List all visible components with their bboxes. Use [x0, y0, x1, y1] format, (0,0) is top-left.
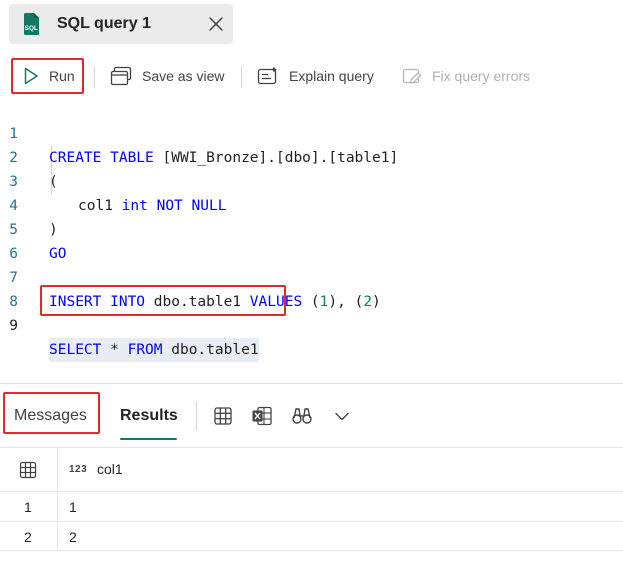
grid-header-row: 123 col1	[0, 447, 623, 491]
code-line: 5 GO	[0, 194, 623, 262]
table-view-icon[interactable]	[212, 405, 234, 427]
excel-export-icon[interactable]	[251, 405, 273, 427]
code-line: 6	[0, 218, 623, 262]
save-as-view-icon	[110, 66, 132, 86]
save-as-view-label: Save as view	[142, 68, 225, 84]
query-tab[interactable]: SQL SQL query 1	[9, 4, 233, 44]
toolbar-divider	[241, 66, 242, 88]
save-as-view-button[interactable]: Save as view	[110, 62, 224, 90]
sql-editor[interactable]: 1 CREATE TABLE [WWI_Bronze].[dbo].[table…	[0, 98, 623, 368]
tab-title: SQL query 1	[57, 15, 151, 32]
code-line: 4 )	[0, 170, 623, 238]
code-line: 3 col1 int NOT NULL	[0, 146, 623, 214]
fix-query-errors-button[interactable]: Fix query errors	[402, 62, 530, 90]
toolbar-divider	[94, 66, 95, 88]
sql-file-icon: SQL	[24, 13, 39, 35]
explain-query-button[interactable]: Explain query	[257, 62, 374, 90]
run-button[interactable]: Run	[23, 62, 75, 90]
table-cell[interactable]: 1	[69, 492, 77, 522]
chevron-down-icon[interactable]	[331, 405, 353, 427]
close-icon[interactable]	[207, 15, 225, 33]
code-line: 1 CREATE TABLE [WWI_Bronze].[dbo].[table…	[0, 98, 623, 166]
code-line: 2 (	[0, 122, 623, 190]
column-header[interactable]: col1	[97, 461, 123, 477]
panel-divider	[0, 383, 623, 384]
row-number: 2	[24, 529, 32, 545]
line-number: 9	[9, 318, 18, 334]
table-row[interactable]: 1 1	[0, 491, 623, 521]
explain-query-icon	[257, 66, 277, 85]
row-number: 1	[24, 499, 32, 515]
table-row[interactable]: 2 2	[0, 521, 623, 551]
table-cell[interactable]: 2	[69, 522, 77, 552]
code-line: 9 SELECT * FROM dbo.table1	[0, 290, 623, 362]
select-all-grid-icon[interactable]	[19, 461, 37, 479]
code-line: 7 INSERT INTO dbo.table1 VALUES (1), (2)	[0, 242, 623, 310]
code-line: 8	[0, 266, 623, 310]
query-toolbar: Run Save as view Explain query Fix query…	[0, 52, 623, 100]
run-label: Run	[49, 68, 75, 84]
explain-query-label: Explain query	[289, 68, 374, 84]
play-icon	[24, 67, 38, 85]
fix-query-errors-label: Fix query errors	[432, 68, 531, 84]
results-tab-indicator	[120, 438, 177, 440]
fix-errors-icon	[402, 68, 422, 84]
numeric-type-icon: 123	[69, 464, 88, 475]
tab-results[interactable]: Results	[120, 398, 178, 434]
binoculars-icon[interactable]	[291, 405, 313, 427]
svg-text:SQL: SQL	[25, 25, 38, 32]
tab-messages[interactable]: Messages	[14, 398, 87, 434]
panel-toolbar-divider	[196, 402, 197, 430]
